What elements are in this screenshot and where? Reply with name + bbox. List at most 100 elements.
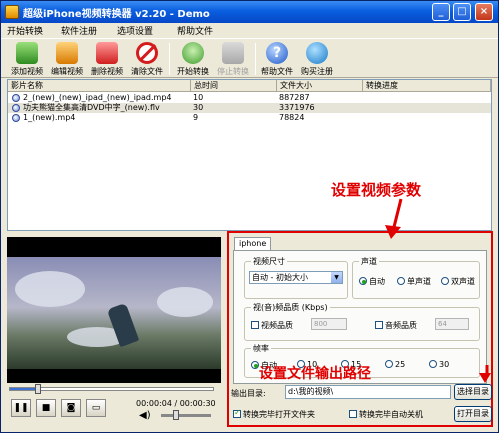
delete-video-label: 删除视频: [91, 67, 123, 76]
start-convert-button[interactable]: 开始转换: [173, 41, 213, 77]
app-icon: [5, 5, 19, 19]
open-folder-after-label: 转换完毕打开文件夹: [243, 410, 315, 419]
toolbar-separator: [255, 43, 256, 75]
table-row[interactable]: 2_(new)_(new)_ipad_(new)_ipad.mp4 10 887…: [8, 93, 491, 103]
edit-video-button[interactable]: 编辑视频: [47, 41, 87, 77]
radio-selected-icon[interactable]: [359, 277, 367, 285]
audio-option-label: 双声道: [451, 277, 475, 286]
audio-option-label: 单声道: [407, 277, 431, 286]
framerate-option[interactable]: 25: [385, 360, 405, 369]
seek-handle[interactable]: [35, 384, 42, 394]
choose-dir-button[interactable]: 选择目录: [454, 384, 492, 400]
audio-option-stereo[interactable]: 双声道: [441, 276, 475, 287]
audio-channel-group: 声道 自动 单声道 双声道: [352, 256, 480, 299]
edit-video-icon: [56, 42, 78, 64]
open-folder-after-checkbox[interactable]: 转换完毕打开文件夹: [233, 408, 315, 420]
radio-icon[interactable]: [441, 277, 449, 285]
checkbox-checked-icon[interactable]: [233, 408, 241, 418]
menu-bar: 开始转换 软件注册 选项设置 帮助文件: [1, 23, 498, 37]
minimize-button[interactable]: _: [432, 3, 450, 21]
maximize-button[interactable]: □: [453, 3, 471, 21]
scene-cloud: [15, 271, 85, 307]
title-bar[interactable]: 超级iPhone视频转换器 v2.20 - Demo _ □ ×: [1, 1, 498, 23]
add-video-button[interactable]: 添加视频: [7, 41, 47, 77]
radio-icon[interactable]: [385, 360, 393, 368]
edit-video-label: 编辑视频: [51, 67, 83, 76]
start-convert-label: 开始转换: [177, 67, 209, 76]
radio-icon[interactable]: [429, 360, 437, 368]
buy-register-button[interactable]: 购买注册: [297, 41, 337, 77]
video-size-select[interactable]: 自动 - 初始大小 ▼: [249, 271, 343, 284]
stop-convert-button[interactable]: 停止转换: [213, 41, 253, 77]
annotation-arrow-corner: [479, 365, 491, 383]
video-quality-label: 视频品质: [261, 321, 293, 330]
framerate-option[interactable]: 30: [429, 360, 449, 369]
volume-handle[interactable]: [173, 410, 179, 420]
menu-help[interactable]: 帮助文件: [177, 24, 213, 37]
close-button[interactable]: ×: [475, 3, 493, 21]
video-size-group: 视频尺寸 自动 - 初始大小 ▼: [244, 256, 348, 299]
radio-icon[interactable]: [397, 277, 405, 285]
app-window: 超级iPhone视频转换器 v2.20 - Demo _ □ × 开始转换 软件…: [0, 0, 499, 433]
help-file-button[interactable]: ? 帮助文件: [257, 41, 297, 77]
checkbox-icon[interactable]: [375, 321, 383, 329]
globe-cursor-icon: [306, 42, 328, 64]
video-quality-checkbox[interactable]: 视频品质: [251, 320, 293, 331]
snapshot-button[interactable]: ◙: [61, 399, 81, 417]
video-size-value: 自动 - 初始大小: [252, 273, 308, 282]
file-name: 功夫熊猫全集高清DVD中字_(new).flv: [23, 103, 160, 112]
clear-files-button[interactable]: 清除文件: [127, 41, 167, 77]
toolbar-separator: [169, 43, 170, 75]
menu-register[interactable]: 软件注册: [61, 24, 97, 37]
video-quality-input[interactable]: 800: [311, 318, 347, 330]
stop-button[interactable]: ■: [36, 399, 56, 417]
volume-slider[interactable]: [161, 410, 211, 420]
tab-iphone[interactable]: iphone: [234, 237, 272, 251]
column-header-duration[interactable]: 总时间: [191, 80, 277, 92]
media-file-icon: [12, 114, 20, 122]
radio-selected-icon[interactable]: [251, 361, 259, 369]
convert-icon: [182, 42, 204, 64]
annotation-output-path: 设置文件输出路径: [259, 366, 371, 382]
table-row[interactable]: 1_(new).mp4 9 78824: [8, 113, 491, 123]
shutdown-after-label: 转换完毕自动关机: [359, 410, 423, 419]
column-header-size[interactable]: 文件大小: [277, 80, 363, 92]
audio-option-auto[interactable]: 自动: [359, 276, 385, 287]
file-duration: 30: [193, 103, 204, 112]
add-video-icon: [16, 42, 38, 64]
chevron-down-icon[interactable]: ▼: [331, 272, 342, 283]
audio-option-label: 自动: [369, 277, 385, 286]
file-size: 887287: [279, 93, 310, 102]
framerate-label: 25: [395, 360, 406, 369]
media-file-icon: [12, 104, 20, 112]
delete-video-button[interactable]: 删除视频: [87, 41, 127, 77]
volume-icon[interactable]: ◀): [139, 410, 151, 421]
seek-bar[interactable]: [9, 384, 214, 394]
audio-quality-input[interactable]: 64: [435, 318, 469, 330]
table-row[interactable]: 功夫熊猫全集高清DVD中字_(new).flv 30 3371976: [8, 103, 491, 113]
column-header-name[interactable]: 影片名称: [8, 80, 191, 92]
column-header-progress[interactable]: 转换进度: [363, 80, 491, 92]
shutdown-after-checkbox[interactable]: 转换完毕自动关机: [349, 409, 423, 420]
open-dir-button[interactable]: 打开目录: [454, 406, 492, 422]
file-name: 2_(new)_(new)_ipad_(new)_ipad.mp4: [23, 93, 172, 102]
file-list[interactable]: 影片名称 总时间 文件大小 转换进度 2_(new)_(new)_ipad_(n…: [7, 79, 492, 231]
menu-start-convert[interactable]: 开始转换: [7, 24, 43, 37]
stop-convert-icon: [222, 42, 244, 64]
help-file-label: 帮助文件: [261, 67, 293, 76]
window-title: 超级iPhone视频转换器 v2.20 - Demo: [23, 9, 210, 20]
file-name: 1_(new).mp4: [23, 113, 76, 122]
help-icon: ?: [266, 42, 288, 64]
menu-options[interactable]: 选项设置: [117, 24, 153, 37]
audio-option-mono[interactable]: 单声道: [397, 276, 431, 287]
audio-quality-checkbox[interactable]: 音频品质: [375, 320, 417, 331]
seek-bar-fill: [10, 388, 39, 390]
clear-files-label: 清除文件: [131, 67, 163, 76]
pause-button[interactable]: ❚❚: [11, 399, 31, 417]
output-dir-input[interactable]: d:\我的视频\: [285, 385, 451, 399]
fullscreen-button[interactable]: ▭: [86, 399, 106, 417]
checkbox-icon[interactable]: [349, 410, 357, 418]
video-player: [7, 237, 221, 383]
video-size-title: 视频尺寸: [251, 256, 287, 267]
checkbox-icon[interactable]: [251, 321, 259, 329]
